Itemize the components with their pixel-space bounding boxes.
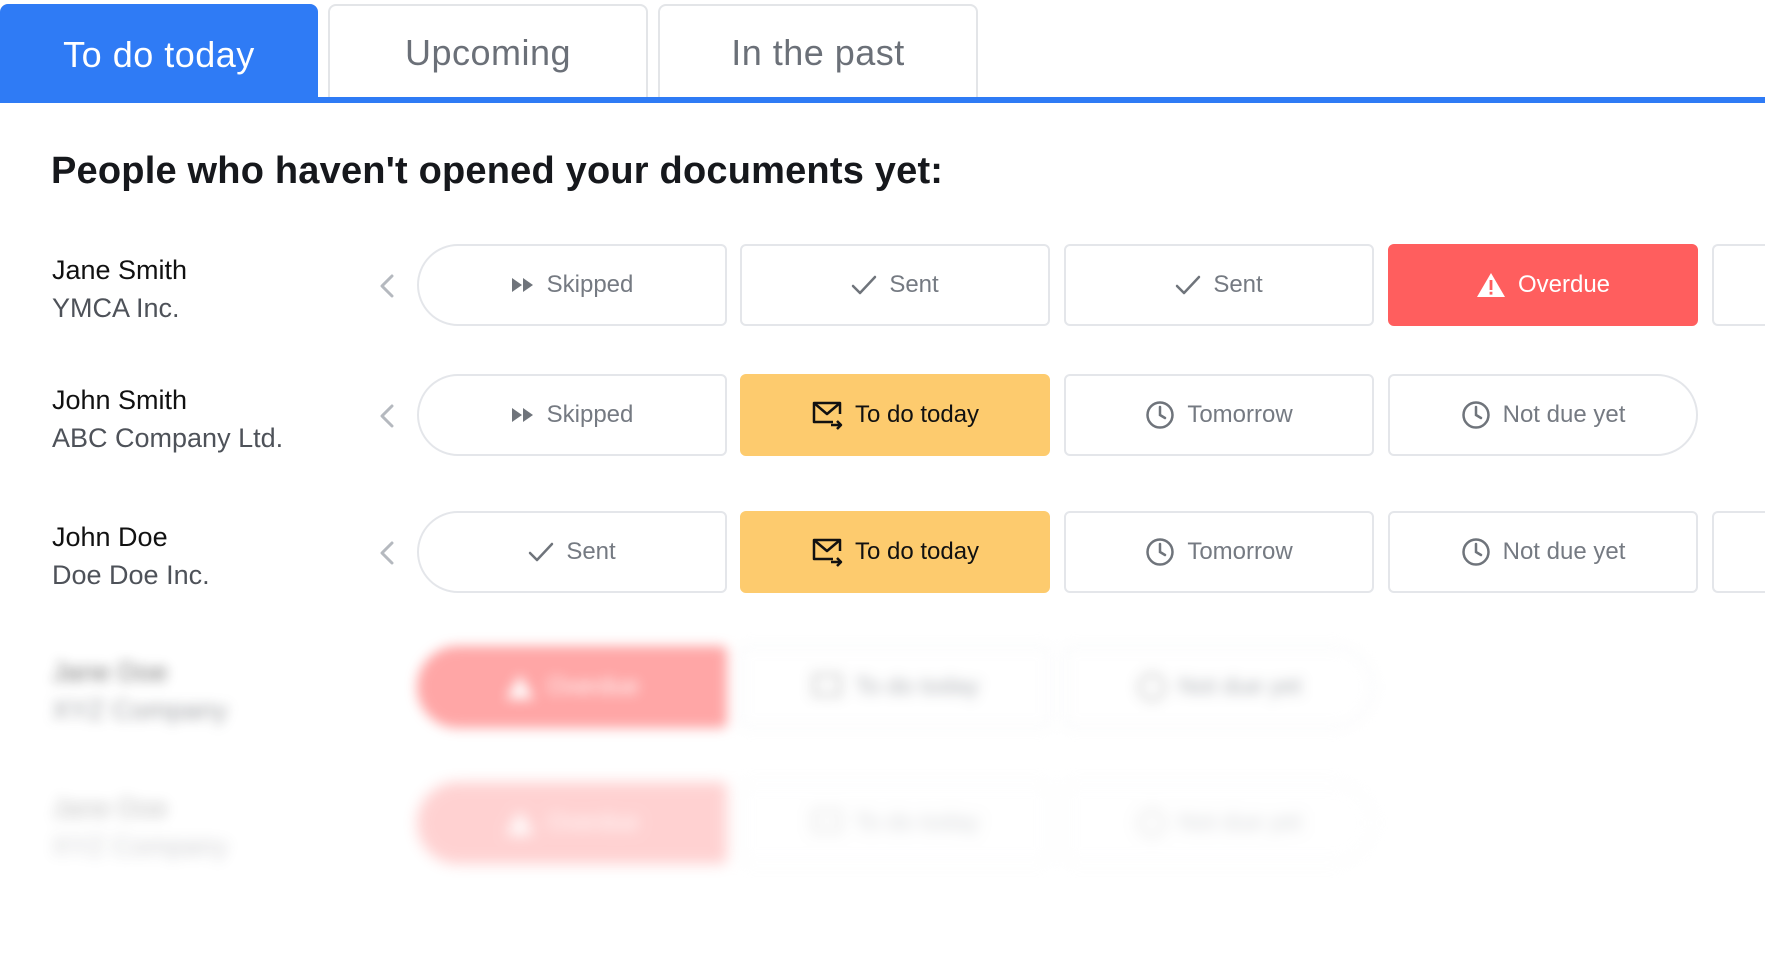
- status-label: Tomorrow: [1187, 401, 1293, 428]
- warning-icon: [505, 674, 535, 700]
- clock-icon: [1137, 808, 1167, 838]
- warning-icon: [1476, 272, 1506, 298]
- tab-bar: To do today Upcoming In the past: [0, 0, 1765, 104]
- recipient-info: Jane Smith YMCA Inc.: [52, 252, 352, 328]
- status-label: Not due yet: [1502, 401, 1626, 428]
- clock-icon: [1461, 537, 1491, 567]
- status-label: Not due yet: [1178, 809, 1302, 836]
- mail-send-icon: [811, 400, 843, 430]
- status-cell-sent[interactable]: Sent: [417, 511, 727, 593]
- status-cell-not-due[interactable]: Not due yet: [1388, 511, 1698, 593]
- recipient-info: John Smith ABC Company Ltd.: [52, 382, 352, 458]
- tab-underline: [0, 97, 1765, 103]
- status-cell-overdue: Overdue: [417, 782, 727, 864]
- clock-icon: [1145, 400, 1175, 430]
- status-cell-sent[interactable]: Sent: [740, 244, 1050, 326]
- status-cell-not-due: Not due yet: [1064, 782, 1374, 864]
- status-cell-overdue: Overdue: [417, 646, 727, 728]
- skip-icon: [511, 277, 535, 293]
- recipient-company: ABC Company Ltd.: [52, 423, 284, 453]
- status-label: Skipped: [546, 401, 634, 428]
- status-label: Tomorrow: [1187, 538, 1293, 565]
- recipient-info: John Doe Doe Doe Inc.: [52, 519, 352, 595]
- recipient-info: Jane Doe XYZ Company: [52, 654, 352, 730]
- check-icon: [1175, 274, 1201, 296]
- status-label: To do today: [854, 401, 980, 428]
- mail-send-icon: [811, 537, 843, 567]
- status-label: Not due yet: [1502, 538, 1626, 565]
- status-cell-not-due[interactable]: Not due yet: [1388, 374, 1698, 456]
- recipient-company: XYZ Company: [52, 831, 228, 861]
- status-label: Sent: [889, 271, 939, 298]
- status-label: Overdue: [546, 809, 640, 836]
- status-label: To do today: [854, 809, 980, 836]
- chevron-left-icon[interactable]: [376, 400, 400, 432]
- skip-icon: [511, 407, 535, 423]
- status-label: To do today: [854, 673, 980, 700]
- check-icon: [851, 274, 877, 296]
- recipient-name: Jane Doe: [52, 657, 168, 687]
- chevron-left-icon[interactable]: [376, 270, 400, 302]
- recipient-row: John Smith ABC Company Ltd. Skipped To d…: [0, 374, 1765, 458]
- status-cell-sent[interactable]: Sent: [1064, 244, 1374, 326]
- status-cell-tomorrow[interactable]: Tomorrow: [1064, 374, 1374, 456]
- status-cell-overdue[interactable]: Overdue: [1388, 244, 1698, 326]
- mail-send-icon: [811, 672, 843, 702]
- recipient-row-faded: Jane Doe XYZ Company Overdue To do today…: [0, 782, 1765, 866]
- recipient-company: Doe Doe Inc.: [52, 560, 210, 590]
- recipient-company: YMCA Inc.: [52, 293, 180, 323]
- tab-upcoming[interactable]: Upcoming: [328, 4, 648, 99]
- tab-in-the-past[interactable]: In the past: [658, 4, 978, 99]
- clock-icon: [1145, 537, 1175, 567]
- status-cell-today[interactable]: To do today: [740, 511, 1050, 593]
- status-label: To do today: [854, 538, 980, 565]
- recipient-name: Jane Doe: [52, 793, 168, 823]
- check-icon: [528, 541, 554, 563]
- status-label: Sent: [566, 538, 616, 565]
- status-cell-tomorrow[interactable]: Tomorrow: [1064, 511, 1374, 593]
- recipient-row-faded: Jane Doe XYZ Company Overdue To do today…: [0, 646, 1765, 730]
- status-label: Overdue: [546, 673, 640, 700]
- status-cell-today[interactable]: To do today: [740, 374, 1050, 456]
- status-cell-not-due: Not due yet: [1064, 646, 1374, 728]
- status-label: Not due yet: [1178, 673, 1302, 700]
- chevron-left-icon[interactable]: [376, 537, 400, 569]
- status-label: Sent: [1213, 271, 1263, 298]
- clock-icon: [1137, 672, 1167, 702]
- status-cell-today: To do today: [740, 646, 1050, 728]
- recipient-name: Jane Smith: [52, 255, 188, 285]
- status-cell-next[interactable]: [1712, 511, 1765, 593]
- warning-icon: [505, 810, 535, 836]
- recipient-name: John Smith: [52, 385, 188, 415]
- status-cell-skipped[interactable]: Skipped: [417, 244, 727, 326]
- recipient-row: John Doe Doe Doe Inc. Sent To do today T…: [0, 511, 1765, 595]
- status-cell-today: To do today: [740, 782, 1050, 864]
- page-title: People who haven't opened your documents…: [51, 150, 944, 192]
- recipient-name: John Doe: [52, 522, 168, 552]
- mail-send-icon: [811, 808, 843, 838]
- status-label: Overdue: [1517, 271, 1611, 298]
- recipient-company: XYZ Company: [52, 695, 228, 725]
- status-cell-skipped[interactable]: Skipped: [417, 374, 727, 456]
- status-label: Skipped: [546, 271, 634, 298]
- recipient-row: Jane Smith YMCA Inc. Skipped Sent Sent O…: [0, 244, 1765, 328]
- status-cell-next[interactable]: [1712, 244, 1765, 326]
- clock-icon: [1461, 400, 1491, 430]
- tab-to-do-today[interactable]: To do today: [0, 4, 318, 103]
- recipient-info: Jane Doe XYZ Company: [52, 790, 352, 866]
